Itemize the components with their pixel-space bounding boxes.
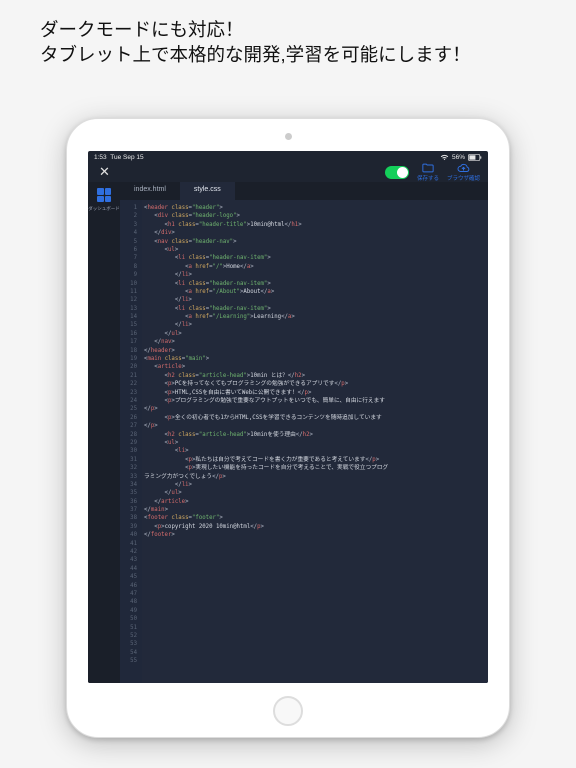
cloud-upload-icon: [457, 163, 470, 173]
tab-bar: index.htmlstyle.css: [120, 182, 488, 200]
tablet-frame: 1:53 Tue Sep 15 56% ✕ 保存する: [66, 118, 510, 738]
browser-label: ブラウザ確認: [447, 174, 480, 182]
camera-dot: [285, 133, 292, 140]
sidebar: ダッシュボード: [88, 182, 120, 683]
tab-index-html[interactable]: index.html: [120, 182, 180, 200]
line-number-gutter: 1234567891011121314151617181920212223242…: [120, 200, 142, 683]
app-screen: 1:53 Tue Sep 15 56% ✕ 保存する: [88, 151, 488, 683]
battery-icon: [468, 154, 482, 161]
dashboard-label: ダッシュボード: [88, 206, 120, 212]
promo-line-1: ダークモードにも対応！: [40, 18, 546, 43]
close-button[interactable]: ✕: [96, 164, 113, 180]
folder-icon: [422, 163, 434, 173]
wifi-icon: [440, 154, 449, 161]
browser-preview-button[interactable]: ブラウザ確認: [447, 163, 480, 182]
home-button[interactable]: [273, 696, 303, 726]
status-time: 1:53: [94, 154, 107, 161]
tab-style-css[interactable]: style.css: [180, 182, 235, 200]
code-editor[interactable]: 1234567891011121314151617181920212223242…: [120, 200, 488, 683]
status-time-date: 1:53 Tue Sep 15: [94, 154, 144, 161]
code-content[interactable]: <header class="header"> <div class="head…: [142, 200, 488, 683]
top-toolbar: ✕ 保存する ブラウザ確認: [88, 162, 488, 182]
status-battery-pct: 56%: [452, 154, 465, 161]
dashboard-icon[interactable]: [97, 188, 111, 202]
save-button[interactable]: 保存する: [417, 163, 439, 182]
dark-mode-toggle[interactable]: [385, 166, 409, 179]
status-date: Tue Sep 15: [110, 154, 143, 161]
save-label: 保存する: [417, 174, 439, 182]
promo-line-2: タブレット上で本格的な開発,学習を可能にします！: [40, 43, 546, 68]
status-bar: 1:53 Tue Sep 15 56%: [88, 151, 488, 162]
